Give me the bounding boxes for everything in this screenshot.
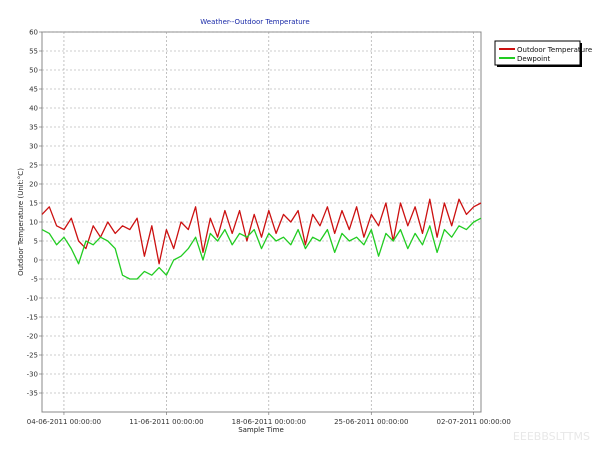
x-tick-label: 04-06-2011 00:00:00 bbox=[27, 418, 101, 426]
y-tick-label: 20 bbox=[29, 181, 38, 189]
y-tick-label: -35 bbox=[27, 390, 38, 398]
legend-label-outdoor-temperature: Outdoor Temperature bbox=[517, 46, 592, 54]
y-tick-label: 35 bbox=[29, 124, 38, 132]
line-chart: 605550454035302520151050-5-10-15-20-25-3… bbox=[17, 18, 592, 443]
y-tick-label: -15 bbox=[27, 314, 38, 322]
y-tick-label: 60 bbox=[29, 29, 38, 37]
y-tick-label: 0 bbox=[34, 257, 38, 265]
legend-label-dewpoint: Dewpoint bbox=[517, 55, 551, 63]
chart-window: 60 55 50 45 40 35 30 25 20 15 10 5 0 -5 -10 -15 -20 -25 -3… bbox=[0, 0, 600, 450]
y-tick-label: 5 bbox=[34, 238, 38, 246]
watermark: EEEBBSLTTMS bbox=[513, 430, 590, 443]
y-tick-label: 15 bbox=[29, 200, 38, 208]
x-tick-label: 25-06-2011 00:00:00 bbox=[334, 418, 408, 426]
x-tick-label: 02-07-2011 00:00:00 bbox=[437, 418, 511, 426]
y-tick-label: 25 bbox=[29, 162, 38, 170]
y-tick-label: -20 bbox=[27, 333, 38, 341]
y-tick-label: 55 bbox=[29, 48, 38, 56]
x-tick-label: 18-06-2011 00:00:00 bbox=[232, 418, 306, 426]
legend: Outdoor Temperature Dewpoint bbox=[494, 40, 592, 67]
y-axis-ticks: 605550454035302520151050-5-10-15-20-25-3… bbox=[27, 29, 42, 398]
y-tick-label: -10 bbox=[27, 295, 38, 303]
x-axis-ticks: 04-06-2011 00:00:00 11-06-2011 00:00:00 18… bbox=[27, 412, 511, 426]
y-tick-label: 50 bbox=[29, 67, 38, 75]
y-tick-label: 45 bbox=[29, 86, 38, 94]
y-tick-label: -30 bbox=[27, 371, 38, 379]
y-tick-label: 10 bbox=[29, 219, 38, 227]
y-tick-label: 40 bbox=[29, 105, 38, 113]
y-tick-label: -25 bbox=[27, 352, 38, 360]
chart-title: Weather--Outdoor Temperature bbox=[200, 18, 309, 26]
x-axis-label: Sample Time bbox=[238, 426, 284, 434]
y-tick-label: -5 bbox=[31, 276, 38, 284]
y-axis-label: Outdoor Temperature (Unit:°C) bbox=[17, 168, 25, 276]
y-tick-label: 30 bbox=[29, 143, 38, 151]
x-tick-label: 11-06-2011 00:00:00 bbox=[129, 418, 203, 426]
